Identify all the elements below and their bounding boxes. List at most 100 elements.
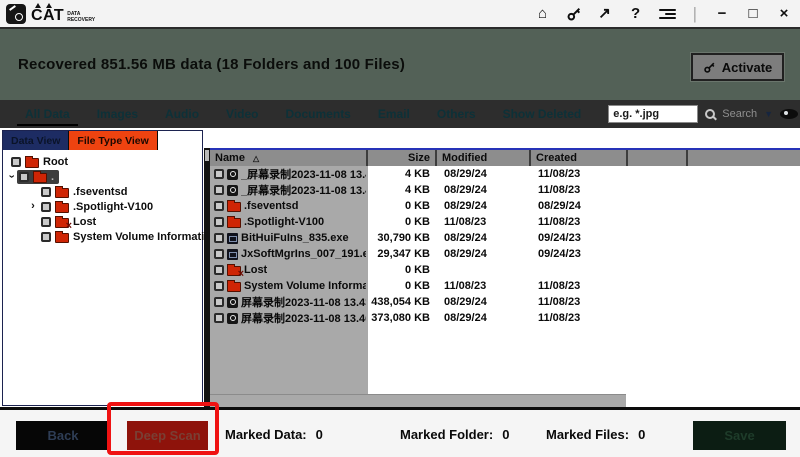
file-created-cell: 09/24/23 [531, 248, 628, 260]
file-name-cell: BitHuiFuIns_835.exe [210, 230, 368, 246]
footer-bar: Back Deep Scan Marked Data: 0 Marked Fol… [0, 407, 800, 457]
checkbox[interactable] [41, 187, 51, 197]
column-header-size[interactable]: Size [368, 150, 437, 166]
exe-file-icon [227, 249, 238, 260]
file-modified-cell: 11/08/23 [437, 216, 531, 228]
checkbox[interactable] [41, 202, 51, 212]
filter-tabs: All Data Images Audio Video Documents Email Ot… [25, 100, 608, 128]
checkbox[interactable] [11, 157, 21, 167]
tab-file-type-view[interactable]: File Type View [69, 131, 157, 150]
search-input[interactable] [608, 105, 698, 123]
tree-item-content: System Volume Information [39, 230, 223, 244]
tree-item-spotlight-v100[interactable]: › .Spotlight-V100 [3, 199, 202, 214]
tree-item-fseventsd[interactable]: .fseventsd [3, 184, 202, 199]
folder-icon [55, 203, 69, 213]
maximize-button[interactable]: □ [745, 6, 761, 21]
media-file-icon [227, 313, 238, 324]
checkbox[interactable] [19, 172, 29, 182]
column-header-empty [688, 150, 800, 166]
tab-show-deleted[interactable]: Show Deleted [503, 100, 582, 128]
marked-data-label: Marked Data: [225, 427, 307, 442]
table-row[interactable]: .Spotlight-V1000 KB11/08/2311/08/23 [210, 214, 800, 230]
search-label[interactable]: Search [722, 108, 757, 120]
brand-name: CAT [31, 8, 64, 24]
cat-ear-icon [35, 3, 41, 8]
table-row[interactable]: JxSoftMgrIns_007_191.exe29,347 KB08/29/2… [210, 246, 800, 262]
table-row[interactable]: 屏幕录制2023-11-08 13.43...438,054 KB08/29/2… [210, 294, 800, 310]
file-name-cell: .Spotlight-V100 [210, 214, 368, 230]
column-header-empty [628, 150, 688, 166]
table-row[interactable]: _屏幕录制2023-11-08 13.4...4 KB08/29/2411/08… [210, 166, 800, 182]
checkbox[interactable] [214, 233, 224, 243]
file-name-cell: 屏幕录制2023-11-08 13.43... [210, 294, 368, 310]
activate-button[interactable]: Activate [691, 53, 784, 81]
tab-data-view[interactable]: Data View [3, 131, 69, 150]
help-icon[interactable]: ? [628, 6, 644, 21]
tree-item-label: Lost [73, 216, 96, 228]
save-button[interactable]: Save [693, 421, 786, 450]
minimize-button[interactable]: − [714, 6, 730, 21]
table-row[interactable]: BitHuiFuIns_835.exe30,790 KB08/29/2409/2… [210, 230, 800, 246]
lost-folder-icon [227, 266, 241, 276]
column-header-modified[interactable]: Modified [437, 150, 531, 166]
cat-ear-icon [46, 3, 52, 8]
checkbox[interactable] [41, 232, 51, 242]
horizontal-scrollbar[interactable] [210, 394, 626, 407]
back-button[interactable]: Back [16, 421, 110, 450]
checkbox[interactable] [214, 169, 224, 179]
file-table: Name △ Size Modified Created _屏幕录制2023-1… [210, 148, 800, 407]
tree-item-content: .Spotlight-V100 [39, 200, 158, 214]
chevron-down-icon[interactable]: › [6, 171, 17, 183]
file-name: BitHuiFuIns_835.exe [241, 232, 349, 244]
folder-icon [25, 158, 39, 168]
tab-all-data[interactable]: All Data [25, 100, 70, 128]
checkbox[interactable] [214, 185, 224, 195]
home-icon[interactable]: ⌂ [535, 6, 551, 21]
checkbox[interactable] [41, 217, 51, 227]
file-modified-cell: 08/29/24 [437, 200, 531, 212]
tree-item-lost[interactable]: Lost [3, 214, 202, 229]
tree-item-root[interactable]: Root [3, 154, 202, 169]
tab-others[interactable]: Others [437, 100, 476, 128]
close-button[interactable]: × [776, 6, 792, 21]
tab-email[interactable]: Email [378, 100, 410, 128]
filter-tabbar: All Data Images Audio Video Documents Email Ot… [0, 100, 800, 128]
tree-item-label: .Spotlight-V100 [73, 201, 153, 213]
menu-icon[interactable] [659, 9, 676, 19]
checkbox[interactable] [214, 265, 224, 275]
column-header-created[interactable]: Created [531, 150, 628, 166]
checkbox[interactable] [214, 201, 224, 211]
preview-eye-icon[interactable] [780, 109, 798, 119]
table-row[interactable]: .fseventsd0 KB08/29/2408/29/24 [210, 198, 800, 214]
tree-item-label: .fseventsd [73, 186, 127, 198]
search-icon[interactable] [705, 109, 715, 119]
table-row[interactable]: 屏幕录制2023-11-08 13.46...373,080 KB08/29/2… [210, 310, 800, 326]
checkbox[interactable] [214, 297, 224, 307]
checkbox[interactable] [214, 249, 224, 259]
file-name-cell: .fseventsd [210, 198, 368, 214]
checkbox[interactable] [214, 281, 224, 291]
search-group: Search ▼ [608, 105, 798, 123]
table-row[interactable]: Lost0 KB [210, 262, 800, 278]
marked-data-counter: Marked Data: 0 [225, 427, 323, 442]
chevron-right-icon[interactable]: › [27, 201, 39, 212]
table-row[interactable]: _屏幕录制2023-11-08 13.4...4 KB08/29/2411/08… [210, 182, 800, 198]
key-icon[interactable] [566, 6, 582, 22]
tab-video[interactable]: Video [226, 100, 258, 128]
file-size-cell: 0 KB [368, 200, 437, 212]
tree-item-content: Lost [39, 215, 101, 229]
table-row[interactable]: System Volume Information0 KB11/08/2311/… [210, 278, 800, 294]
checkbox[interactable] [214, 313, 224, 323]
deep-scan-button[interactable]: Deep Scan [127, 421, 208, 450]
tree-item-system-volume-information[interactable]: System Volume Information [3, 229, 202, 244]
view-tabs: Data View File Type View [3, 131, 202, 150]
tab-audio[interactable]: Audio [165, 100, 199, 128]
chevron-down-icon[interactable]: ▼ [764, 109, 773, 119]
checkbox[interactable] [214, 217, 224, 227]
column-header-name[interactable]: Name △ [210, 150, 368, 166]
tree-item-item[interactable]: ›. [3, 169, 202, 184]
tab-documents[interactable]: Documents [286, 100, 351, 128]
tab-images[interactable]: Images [97, 100, 138, 128]
file-name-cell: System Volume Information [210, 278, 368, 294]
share-icon[interactable]: ↗ [597, 6, 613, 21]
